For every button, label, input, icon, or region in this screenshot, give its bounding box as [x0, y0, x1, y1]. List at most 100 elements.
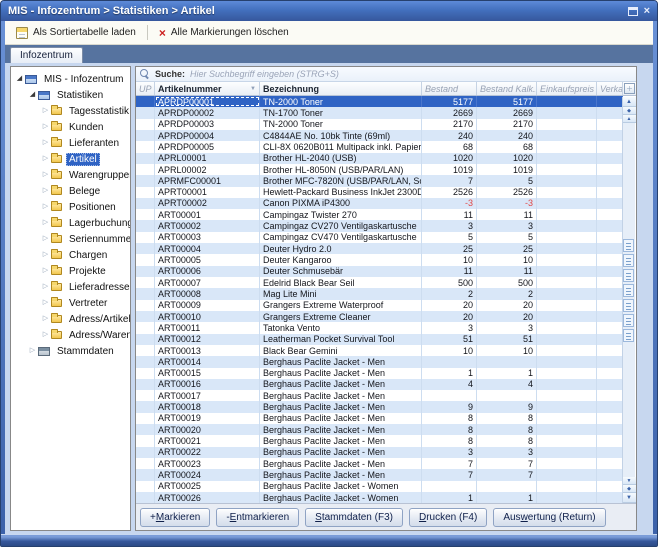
mark-button[interactable]: + Markieren [140, 508, 210, 527]
table-row[interactable]: APRMFC00001Brother MFC-7820N (USB/PAR/LA… [136, 175, 623, 186]
columns-tool-icon[interactable] [623, 314, 634, 327]
table-row[interactable]: ART00009Grangers Extreme Waterproof2020 [136, 300, 623, 311]
column-header-up[interactable]: UP [136, 82, 155, 95]
expand-icon[interactable]: ▷ [40, 151, 51, 167]
search-tool-icon[interactable] [623, 254, 634, 267]
expand-icon[interactable]: ▷ [40, 247, 51, 263]
expand-icon[interactable]: ▷ [40, 103, 51, 119]
close-window-icon[interactable]: × [644, 6, 650, 17]
expand-icon[interactable]: ▷ [40, 295, 51, 311]
tree-item-lagerbuchungen[interactable]: ▷Lagerbuchungen [11, 215, 130, 231]
table-row[interactable]: ART00010Grangers Extreme Cleaner2020 [136, 311, 623, 322]
expand-icon[interactable]: ▷ [40, 199, 51, 215]
tree-item-chargen[interactable]: ▷Chargen [11, 247, 130, 263]
table-row[interactable]: ART00016Berghaus Paclite Jacket - Men44 [136, 379, 623, 390]
chart-tool-icon[interactable] [623, 284, 634, 297]
export-tool-icon[interactable] [623, 329, 634, 342]
tree-item-projekte[interactable]: ▷Projekte [11, 263, 130, 279]
restore-window-icon[interactable] [628, 7, 638, 16]
expand-icon[interactable]: ▷ [27, 343, 38, 359]
expand-icon[interactable]: ▷ [40, 327, 51, 343]
column-header-artikelnummer[interactable]: Artikelnummer▼ [155, 82, 260, 95]
table-row[interactable]: ART00013Black Bear Gemini1010 [136, 345, 623, 356]
table-row[interactable]: ART00008Mag Lite Mini22 [136, 288, 623, 299]
table-row[interactable]: ART00023Berghaus Paclite Jacket - Men77 [136, 458, 623, 469]
table-row[interactable]: ART00015Berghaus Paclite Jacket - Men11 [136, 368, 623, 379]
collapse-icon[interactable]: ◢ [27, 87, 38, 103]
expand-icon[interactable]: ▷ [40, 231, 51, 247]
table-row[interactable]: APRL00001Brother HL-2040 (USB)10201020 [136, 153, 623, 164]
expand-icon[interactable]: ▷ [40, 119, 51, 135]
table-row[interactable]: ART00004Deuter Hydro 2.02525 [136, 243, 623, 254]
expand-icon[interactable]: ▷ [40, 135, 51, 151]
scroll-up-button[interactable]: ▲ [623, 97, 636, 107]
expand-icon[interactable]: ▷ [40, 183, 51, 199]
table-row[interactable]: ART00005Deuter Kangaroo1010 [136, 254, 623, 265]
table-row[interactable]: APRT00001Hewlett-Packard Business InkJet… [136, 187, 623, 198]
scroll-prev-button[interactable]: ▲ [623, 115, 636, 123]
expand-icon[interactable]: ▷ [40, 215, 51, 231]
table-row[interactable]: ART00012Leatherman Pocket Survival Tool5… [136, 334, 623, 345]
table-row[interactable]: ART00018Berghaus Paclite Jacket - Men99 [136, 401, 623, 412]
scroll-down-button[interactable]: ▼ [623, 493, 636, 503]
tree-item-mis-infozentrum[interactable]: ◢MIS - Infozentrum [11, 71, 130, 87]
tree-item-statistiken[interactable]: ◢Statistiken [11, 87, 130, 103]
table-row[interactable]: APRL00002Brother HL-8050N (USB/PAR/LAN)1… [136, 164, 623, 175]
table-row[interactable]: APRDP00002TN-1700 Toner26692669 [136, 107, 623, 118]
scroll-next-button[interactable]: ▼ [623, 477, 636, 485]
table-row[interactable]: APRDP00003TN-2000 Toner21702170 [136, 119, 623, 130]
print-button[interactable]: Drucken (F4) [409, 508, 487, 527]
tree-item-adress-artikel[interactable]: ▷Adress/Artikel [11, 311, 130, 327]
table-row[interactable]: ART00011Tatonka Vento33 [136, 322, 623, 333]
table-row[interactable]: ART00024Berghaus Paclite Jacket - Men77 [136, 469, 623, 480]
table-row[interactable]: ART00003Campingaz CV470 Ventilgaskartusc… [136, 232, 623, 243]
expand-icon[interactable]: ▷ [40, 311, 51, 327]
tree-item-vertreter[interactable]: ▷Vertreter [11, 295, 130, 311]
search-input[interactable]: Hier Suchbegriff eingeben (STRG+S) [190, 69, 339, 79]
table-row[interactable]: ART00021Berghaus Paclite Jacket - Men88 [136, 435, 623, 446]
column-header-bestand[interactable]: Bestand [422, 82, 477, 95]
tree-item-belege[interactable]: ▷Belege [11, 183, 130, 199]
expand-icon[interactable]: ▷ [40, 167, 51, 183]
table-row[interactable]: APRDP00004C4844AE No. 10bk Tinte (69ml)2… [136, 130, 623, 141]
tree-item-tagesstatistik[interactable]: ▷Tagesstatistik [11, 103, 130, 119]
table-row[interactable]: ART00001Campingaz Twister 2701111 [136, 209, 623, 220]
tree-item-seriennummern[interactable]: ▷Seriennummern [11, 231, 130, 247]
table-row[interactable]: ART00026Berghaus Paclite Jacket - Women1… [136, 492, 623, 503]
table-row[interactable]: ART00017Berghaus Paclite Jacket - Men [136, 390, 623, 401]
table-row[interactable]: APRT00002Canon PIXMA iP4300-3-3 [136, 198, 623, 209]
tree-item-adress-warengruppen[interactable]: ▷Adress/Warengruppen [11, 327, 130, 343]
tree-item-positionen[interactable]: ▷Positionen [11, 199, 130, 215]
search-bar[interactable]: Suche: Hier Suchbegriff eingeben (STRG+S… [136, 67, 636, 82]
table-row[interactable]: APRDP00001TN-2000 Toner51775177 [136, 96, 623, 107]
table-row[interactable]: ART00007Edelrid Black Bear Seil500500 [136, 277, 623, 288]
expand-icon[interactable]: ▷ [40, 279, 51, 295]
scroll-jump-down-button[interactable]: ◆ [623, 485, 636, 493]
expand-icon[interactable]: ▷ [40, 263, 51, 279]
clear-marks-button[interactable]: × Alle Markierungen löschen [152, 25, 296, 41]
load-sorttable-button[interactable]: Als Sortiertabelle laden [9, 25, 143, 41]
column-header-bezeichnung[interactable]: Bezeichnung [260, 82, 422, 95]
column-header-bestand-kalk-[interactable]: Bestand Kalk.. [477, 82, 537, 95]
stammdaten-button[interactable]: Stammdaten (F3) [305, 508, 403, 527]
scroll-jump-up-button[interactable]: ◆ [623, 107, 636, 115]
column-header-verkaufsprei[interactable]: Verkaufsprei [597, 82, 623, 95]
table-row[interactable]: ART00019Berghaus Paclite Jacket - Men88 [136, 413, 623, 424]
evaluate-button[interactable]: Auswertung (Return) [493, 508, 605, 527]
tree-item-lieferanten[interactable]: ▷Lieferanten [11, 135, 130, 151]
table-row[interactable]: ART00006Deuter Schmusebär1111 [136, 266, 623, 277]
sum-tool-icon[interactable] [623, 269, 634, 282]
table-row[interactable]: ART00002Campingaz CV270 Ventilgaskartusc… [136, 220, 623, 231]
table-row[interactable]: ART00014Berghaus Paclite Jacket - Men [136, 356, 623, 367]
tree-item-stammdaten[interactable]: ▷Stammdaten [11, 343, 130, 359]
tree-item-warengruppen[interactable]: ▷Warengruppen [11, 167, 130, 183]
list-tool-icon[interactable] [623, 299, 634, 312]
tree-item-kunden[interactable]: ▷Kunden [11, 119, 130, 135]
column-header-einkaufspreis[interactable]: Einkaufspreis [537, 82, 597, 95]
table-row[interactable]: APRDP00005CLI-8X 0620B011 Multipack inkl… [136, 141, 623, 152]
table-row[interactable]: ART00022Berghaus Paclite Jacket - Men33 [136, 447, 623, 458]
table-row[interactable]: ART00025Berghaus Paclite Jacket - Women [136, 481, 623, 492]
unmark-button[interactable]: - Entmarkieren [216, 508, 299, 527]
collapse-icon[interactable]: ◢ [14, 71, 25, 87]
column-chooser-icon[interactable] [624, 83, 635, 94]
